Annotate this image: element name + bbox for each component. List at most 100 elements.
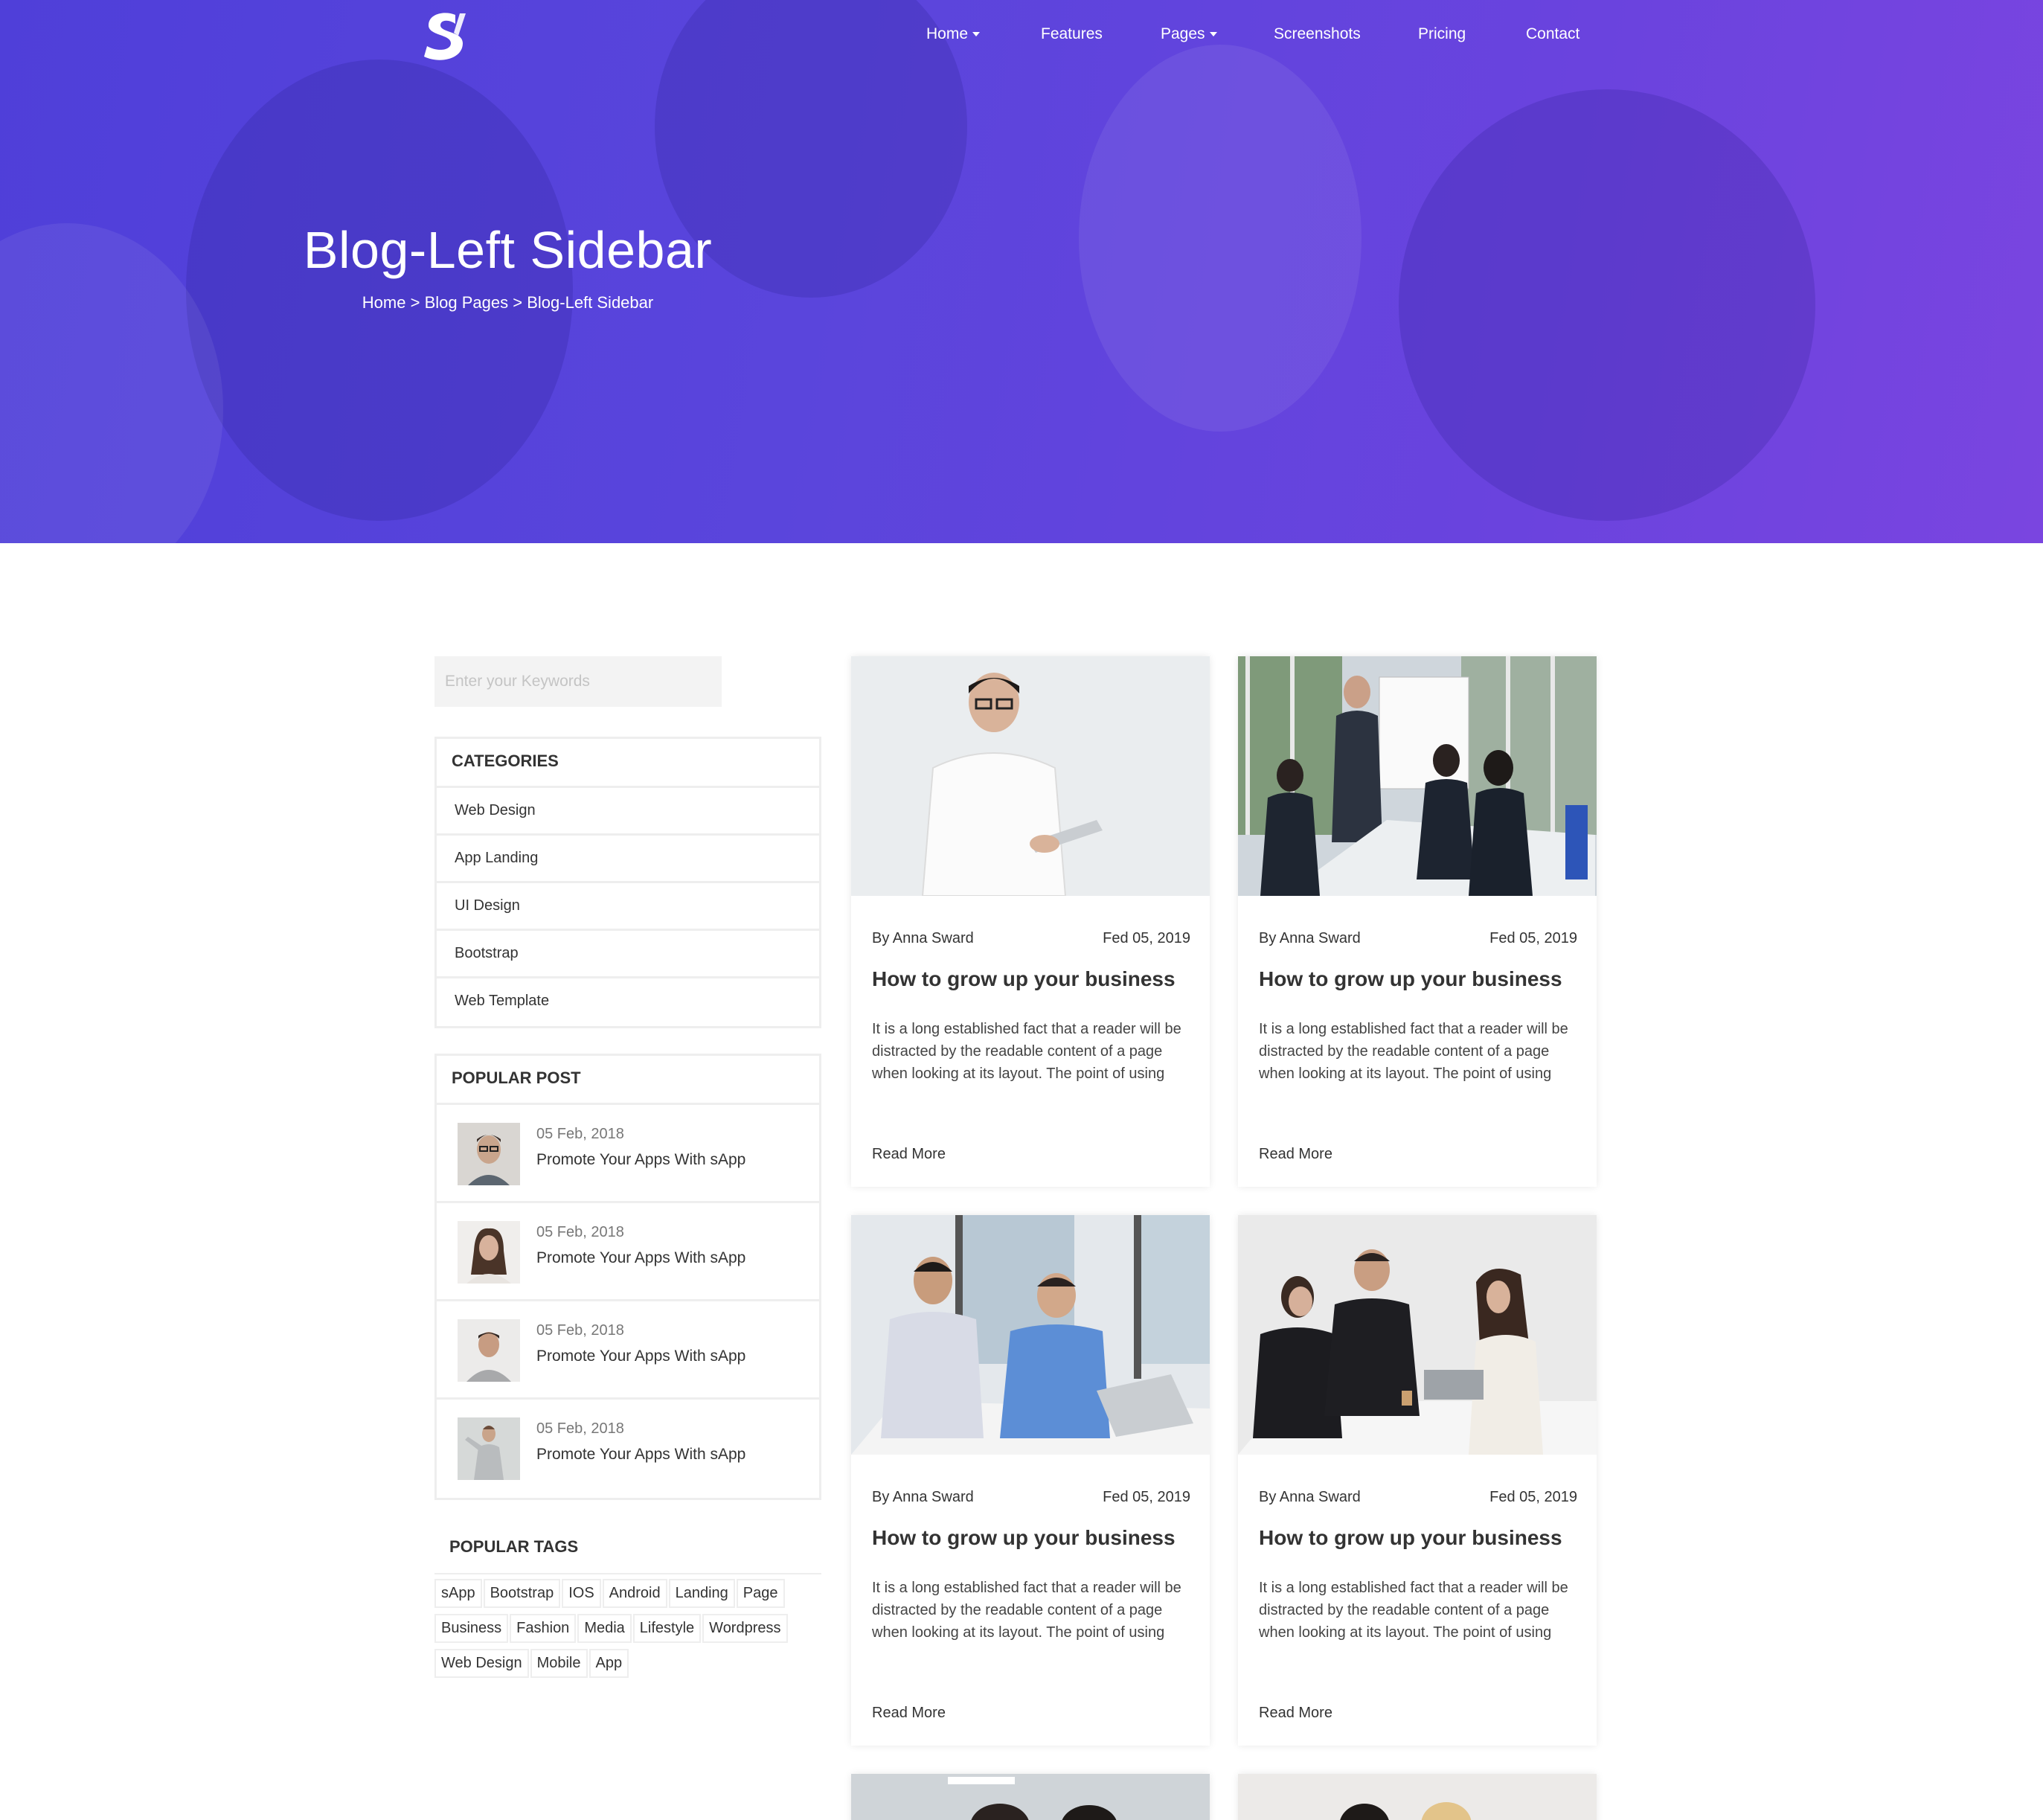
tag[interactable]: Media (577, 1614, 632, 1643)
main-navigation: Home Features Pages Screenshots Pricing … (0, 25, 2043, 51)
post-title[interactable]: Promote Your Apps With sApp (536, 1151, 745, 1169)
blog-card-partial[interactable] (1238, 1774, 1597, 1820)
tag[interactable]: Web Design (434, 1649, 529, 1678)
chevron-down-icon (1209, 32, 1217, 37)
nav-pages-label: Pages (1161, 25, 1205, 42)
post-excerpt: It is a long established fact that a rea… (1259, 1021, 1568, 1082)
blog-card-image[interactable] (1238, 656, 1597, 896)
categories-title: CATEGORIES (437, 739, 819, 788)
post-title[interactable]: Promote Your Apps With sApp (536, 1348, 745, 1365)
breadcrumb-separator: > (513, 293, 523, 312)
post-thumbnail (458, 1221, 520, 1284)
read-more-link[interactable]: Read More (872, 1146, 946, 1163)
nav-contact-label: Contact (1526, 25, 1580, 42)
hero-background-shape (186, 60, 573, 521)
read-more-link[interactable]: Read More (1259, 1705, 1332, 1722)
category-item[interactable]: Web Template (437, 978, 819, 1026)
breadcrumb: Home > Blog Pages > Blog-Left Sidebar (0, 293, 1016, 313)
post-author: By Anna Sward (872, 1489, 974, 1505)
post-title[interactable]: How to grow up your business (1259, 967, 1562, 991)
category-item[interactable]: Web Design (437, 788, 819, 836)
nav-pricing[interactable]: Pricing (1418, 25, 1466, 43)
blog-card-image[interactable] (851, 656, 1210, 896)
tag[interactable]: Lifestyle (632, 1614, 702, 1643)
tag[interactable]: Landing (668, 1579, 735, 1608)
page-title: Blog-Left Sidebar (303, 221, 713, 279)
post-thumbnail (458, 1417, 520, 1480)
blog-card: By Anna Sward Fed 05, 2019 How to grow up… (1238, 1215, 1597, 1746)
categories-widget: CATEGORIES Web Design App Landing UI Des… (434, 737, 821, 1028)
chevron-down-icon (972, 32, 981, 37)
blog-card: By Anna Sward Fed 05, 2019 How to grow up… (1238, 656, 1597, 1187)
hero-banner: Home Features Pages Screenshots Pricing … (0, 0, 2043, 543)
tag[interactable]: Mobile (530, 1649, 588, 1678)
nav-contact[interactable]: Contact (1526, 25, 1579, 43)
post-excerpt: It is a long established fact that a rea… (872, 1580, 1181, 1641)
post-date: 05 Feb, 2018 (536, 1224, 624, 1240)
nav-screenshots[interactable]: Screenshots (1274, 25, 1361, 43)
blog-card-image[interactable] (1238, 1215, 1597, 1455)
search-input[interactable] (434, 656, 722, 707)
blog-card-image[interactable] (851, 1215, 1210, 1455)
divider (434, 1573, 821, 1574)
read-more-link[interactable]: Read More (1259, 1146, 1332, 1163)
breadcrumb-home[interactable]: Home (362, 293, 406, 312)
post-title[interactable]: How to grow up your business (872, 1526, 1176, 1550)
hero-background-shape (1079, 45, 1362, 432)
category-item[interactable]: UI Design (437, 883, 819, 931)
popular-tags-title: POPULAR TAGS (449, 1537, 579, 1556)
breadcrumb-blog-pages[interactable]: Blog Pages (425, 293, 509, 312)
post-thumbnail (458, 1123, 520, 1185)
popular-post-title: POPULAR POST (437, 1056, 819, 1105)
nav-screenshots-label: Screenshots (1274, 25, 1361, 42)
tag[interactable]: App (588, 1649, 629, 1678)
blog-card-meta: By Anna Sward Fed 05, 2019 (872, 930, 1190, 947)
popular-tags-list: sApp Bootstrap IOS Android Landing Page Busine… (434, 1579, 821, 1684)
blog-card-partial[interactable] (851, 1774, 1210, 1820)
nav-home[interactable]: Home (926, 25, 981, 43)
tag[interactable]: Business (434, 1614, 509, 1643)
tag[interactable]: Android (602, 1579, 667, 1608)
blog-card: By Anna Sward Fed 05, 2019 How to grow up… (851, 1215, 1210, 1746)
category-item[interactable]: App Landing (437, 836, 819, 883)
post-date: 05 Feb, 2018 (536, 1126, 624, 1142)
post-date: Fed 05, 2019 (1103, 930, 1190, 946)
post-date: 05 Feb, 2018 (536, 1420, 624, 1437)
post-title[interactable]: Promote Your Apps With sApp (536, 1446, 745, 1464)
tag[interactable]: IOS (562, 1579, 601, 1608)
tag[interactable]: Fashion (510, 1614, 577, 1643)
blog-card: By Anna Sward Fed 05, 2019 How to grow up… (851, 656, 1210, 1187)
nav-pricing-label: Pricing (1418, 25, 1466, 42)
post-author: By Anna Sward (1259, 1489, 1361, 1505)
blog-card-meta: By Anna Sward Fed 05, 2019 (1259, 930, 1577, 947)
blog-card-image (1238, 1774, 1597, 1820)
hero-background-shape (1399, 89, 1815, 521)
post-title[interactable]: How to grow up your business (1259, 1526, 1562, 1550)
popular-post-item[interactable]: 05 Feb, 2018 Promote Your Apps With sApp (437, 1203, 819, 1301)
post-excerpt: It is a long established fact that a rea… (1259, 1580, 1568, 1641)
popular-post-widget: POPULAR POST 05 Feb, 2018 Promote Your A… (434, 1054, 821, 1500)
nav-home-label: Home (926, 25, 969, 42)
blog-card-meta: By Anna Sward Fed 05, 2019 (872, 1489, 1190, 1506)
popular-post-item[interactable]: 05 Feb, 2018 Promote Your Apps With sApp (437, 1400, 819, 1498)
read-more-link[interactable]: Read More (872, 1705, 946, 1722)
nav-pages[interactable]: Pages (1161, 25, 1217, 43)
post-date: Fed 05, 2019 (1489, 930, 1577, 946)
tag[interactable]: Page (736, 1579, 785, 1608)
nav-features[interactable]: Features (1041, 25, 1103, 43)
blog-card-image (851, 1774, 1210, 1820)
post-date: Fed 05, 2019 (1489, 1489, 1577, 1505)
post-author: By Anna Sward (1259, 930, 1361, 946)
popular-post-item[interactable]: 05 Feb, 2018 Promote Your Apps With sApp (437, 1301, 819, 1400)
post-title[interactable]: How to grow up your business (872, 967, 1176, 991)
post-excerpt: It is a long established fact that a rea… (872, 1021, 1181, 1082)
post-date: Fed 05, 2019 (1103, 1489, 1190, 1505)
blog-card-meta: By Anna Sward Fed 05, 2019 (1259, 1489, 1577, 1506)
tag[interactable]: sApp (434, 1579, 482, 1608)
tag[interactable]: Wordpress (702, 1614, 788, 1643)
category-item[interactable]: Bootstrap (437, 931, 819, 978)
popular-post-item[interactable]: 05 Feb, 2018 Promote Your Apps With sApp (437, 1105, 819, 1203)
post-title[interactable]: Promote Your Apps With sApp (536, 1249, 745, 1267)
tag[interactable]: Bootstrap (483, 1579, 561, 1608)
breadcrumb-separator: > (410, 293, 420, 312)
